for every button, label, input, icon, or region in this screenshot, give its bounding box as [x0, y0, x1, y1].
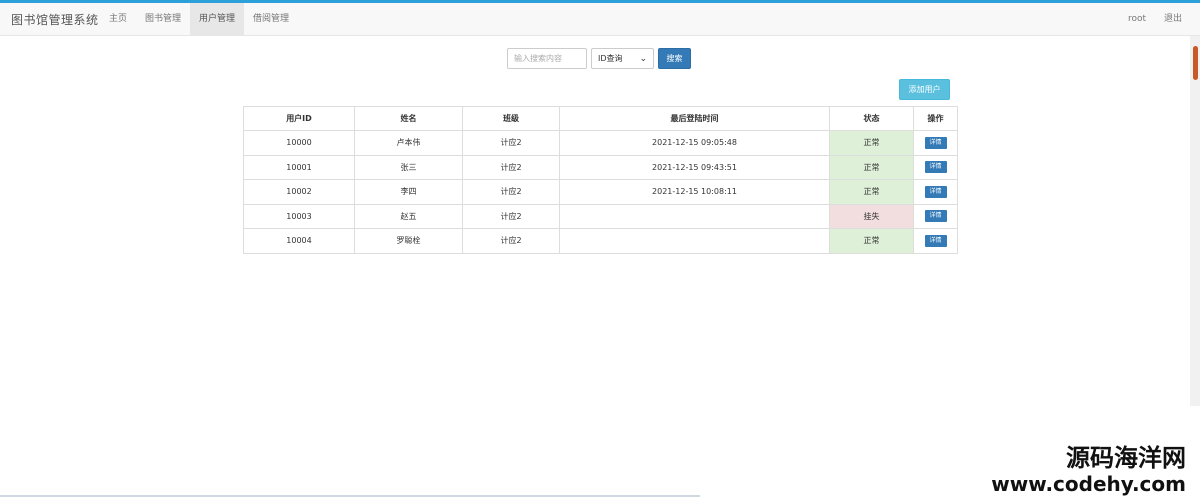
cell-action: 详情	[913, 179, 958, 205]
cell-name: 张三	[354, 154, 463, 180]
nav-item-borrow[interactable]: 借阅管理	[244, 3, 298, 36]
cell-last-login	[559, 203, 830, 229]
watermark-url: www.codehy.com	[991, 472, 1186, 496]
nav-right: root 退出	[1128, 3, 1182, 36]
detail-button[interactable]: 详情	[924, 210, 947, 223]
table-row: 10003 赵五 计应2 挂失 详情	[243, 203, 958, 229]
cell-status: 挂失	[829, 203, 914, 229]
cell-user-id: 10002	[243, 179, 355, 205]
detail-button[interactable]: 详情	[924, 161, 947, 174]
detail-button[interactable]: 详情	[924, 185, 947, 198]
watermark-cn: 源码海洋网	[1066, 444, 1186, 472]
logout-link[interactable]: 退出	[1164, 3, 1182, 36]
cell-last-login: 2021-12-15 09:05:48	[559, 130, 830, 156]
cell-name: 卢本伟	[354, 130, 463, 156]
cell-class: 计应2	[462, 130, 560, 156]
nav-item-users[interactable]: 用户管理	[190, 3, 245, 36]
watermark: 源码海洋网 www.codehy.com	[991, 444, 1186, 496]
table-row: 10000 卢本伟 计应2 2021-12-15 09:05:48 正常 详情	[243, 130, 958, 156]
header-user-id: 用户ID	[243, 106, 355, 131]
cell-user-id: 10004	[243, 228, 355, 254]
add-user-button[interactable]: 添加用户	[899, 79, 950, 100]
detail-button[interactable]: 详情	[924, 234, 947, 247]
cell-status: 正常	[829, 228, 914, 254]
current-user-link[interactable]: root	[1128, 3, 1146, 36]
cell-class: 计应2	[462, 228, 560, 254]
nav-menu: 主页 图书管理 用户管理 借阅管理	[100, 3, 298, 36]
chevron-down-icon: ⌄	[639, 53, 647, 64]
header-last-login: 最后登陆时间	[559, 106, 830, 131]
cell-status: 正常	[829, 179, 914, 205]
cell-status: 正常	[829, 154, 914, 180]
search-bar: ID查询 ⌄ 搜索	[507, 48, 691, 69]
nav-item-home[interactable]: 主页	[100, 3, 136, 36]
cell-name: 赵五	[354, 203, 463, 229]
navbar: 图书馆管理系统 主页 图书管理 用户管理 借阅管理 root 退出	[0, 3, 1200, 36]
cell-name: 李四	[354, 179, 463, 205]
cell-class: 计应2	[462, 154, 560, 180]
cell-status: 正常	[829, 130, 914, 156]
brand-title: 图书馆管理系统	[11, 13, 99, 27]
cell-user-id: 10003	[243, 203, 355, 229]
cell-user-id: 10001	[243, 154, 355, 180]
cell-action: 详情	[913, 203, 958, 229]
cell-action: 详情	[913, 130, 958, 156]
cell-name: 罗聪栓	[354, 228, 463, 254]
table-row: 10002 李四 计应2 2021-12-15 10:08:11 正常 详情	[243, 179, 958, 205]
table-header-row: 用户ID 姓名 班级 最后登陆时间 状态 操作	[243, 106, 958, 131]
cell-user-id: 10000	[243, 130, 355, 156]
users-table-container: 用户ID 姓名 班级 最后登陆时间 状态 操作 10000 卢本伟 计应2 20…	[243, 106, 958, 254]
table-row: 10004 罗聪栓 计应2 正常 详情	[243, 228, 958, 254]
cell-last-login: 2021-12-15 10:08:11	[559, 179, 830, 205]
header-status: 状态	[829, 106, 914, 131]
header-class: 班级	[462, 106, 560, 131]
cell-action: 详情	[913, 228, 958, 254]
cell-class: 计应2	[462, 203, 560, 229]
search-type-value: ID查询	[598, 54, 623, 63]
nav-item-books[interactable]: 图书管理	[136, 3, 190, 36]
header-action: 操作	[913, 106, 958, 131]
cell-last-login: 2021-12-15 09:43:51	[559, 154, 830, 180]
detail-button[interactable]: 详情	[924, 136, 947, 149]
search-input[interactable]	[507, 48, 587, 69]
cell-last-login	[559, 228, 830, 254]
cell-class: 计应2	[462, 179, 560, 205]
table-row: 10001 张三 计应2 2021-12-15 09:43:51 正常 详情	[243, 154, 958, 180]
bottom-divider	[0, 495, 700, 497]
users-table: 用户ID 姓名 班级 最后登陆时间 状态 操作 10000 卢本伟 计应2 20…	[243, 106, 958, 254]
scrollbar-thumb[interactable]	[1193, 46, 1198, 80]
search-type-select[interactable]: ID查询 ⌄	[591, 48, 654, 69]
search-button[interactable]: 搜索	[658, 48, 691, 69]
cell-action: 详情	[913, 154, 958, 180]
header-name: 姓名	[354, 106, 463, 131]
scrollbar-track[interactable]	[1190, 36, 1200, 406]
